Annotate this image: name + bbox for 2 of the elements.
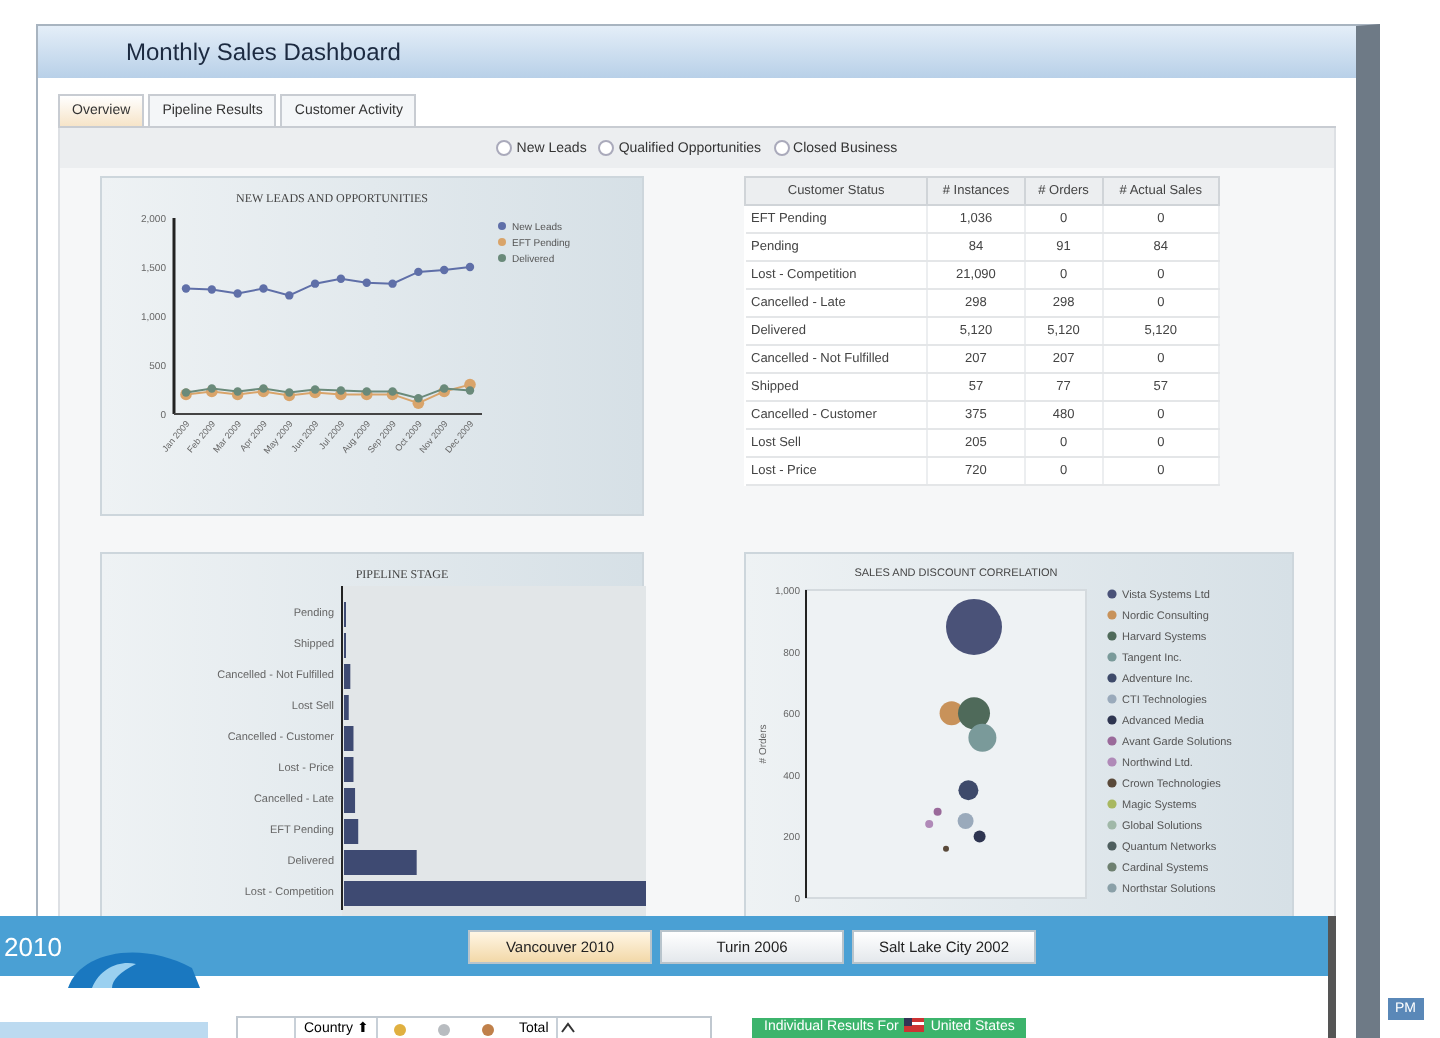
header-year: 2010 xyxy=(2,931,64,961)
window-title: Monthly Sales Dashboard xyxy=(126,38,401,66)
